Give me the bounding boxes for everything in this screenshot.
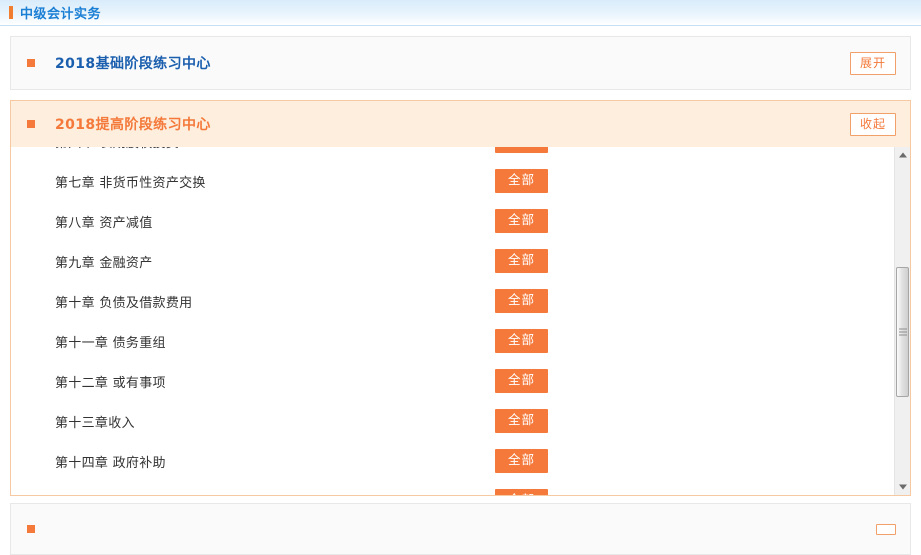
chapter-all-button[interactable]: 全部 (495, 147, 549, 153)
panel-title-advanced-stage: 2018提高阶段练习中心 (55, 117, 211, 133)
chapter-name[interactable]: 第十四章 政府补助 (55, 452, 495, 471)
chapter-row: 第十一章 债务重组 全部 (11, 321, 894, 361)
scroll-up-arrow-icon[interactable] (895, 147, 910, 163)
chapter-all-button[interactable]: 全部 (495, 329, 549, 353)
chapter-all-button[interactable]: 全部 (495, 409, 549, 433)
chapter-name[interactable]: 第十章 负债及借款费用 (55, 292, 495, 311)
chapter-row: 第十三章收入 全部 (11, 401, 894, 441)
page-header: 中级会计实务 (0, 0, 921, 26)
triangle-up-icon (898, 152, 907, 158)
chapter-name[interactable]: 第九章 金融资产 (55, 252, 495, 271)
chapter-row: 第六章 长期股权投资全部 (11, 147, 894, 161)
chapter-all-button[interactable]: 全部 (495, 369, 549, 393)
square-bullet-icon (27, 59, 35, 67)
panel-advanced-stage: 2018提高阶段练习中心 收起 第六章 长期股权投资全部第七章 非货币性资产交换… (10, 100, 911, 496)
expand-button-next[interactable] (876, 523, 896, 535)
scrollbar-thumb[interactable] (896, 267, 909, 397)
chapter-all-button[interactable]: 全部 (495, 169, 549, 193)
chapter-list: 第六章 长期股权投资全部第七章 非货币性资产交换全部第八章 资产减值全部第九章 … (11, 147, 894, 495)
chapter-row: 第十二章 或有事项 全部 (11, 361, 894, 401)
chapter-all-button[interactable]: 全部 (495, 489, 549, 495)
expand-button-basic-stage[interactable]: 展开 (849, 51, 896, 75)
panel-list: 2018基础阶段练习中心 展开 2018提高阶段练习中心 收起 第六章 长期股权… (0, 26, 921, 496)
chapter-name[interactable]: 第十一章 债务重组 (55, 332, 495, 351)
chapter-row: 第七章 非货币性资产交换 全部 (11, 161, 894, 201)
grip-lines-icon (898, 328, 907, 336)
square-bullet-icon (27, 120, 35, 128)
scroll-down-arrow-icon[interactable] (895, 479, 910, 495)
chapter-all-button[interactable]: 全部 (495, 209, 549, 233)
chapter-name[interactable]: 第十五章 所得税 (55, 492, 495, 496)
chapter-row: 第九章 金融资产 全部 (11, 241, 894, 281)
chapter-scroll-region: 第六章 长期股权投资全部第七章 非货币性资产交换全部第八章 资产减值全部第九章 … (11, 147, 910, 495)
chapter-row: 第十五章 所得税全部 (11, 481, 894, 495)
panel-header-advanced-stage[interactable]: 2018提高阶段练习中心 收起 (11, 101, 910, 147)
page-title: 中级会计实务 (20, 7, 102, 22)
collapse-button-advanced-stage[interactable]: 收起 (849, 112, 896, 136)
chapter-name[interactable]: 第十二章 或有事项 (55, 372, 495, 391)
panel-basic-stage: 2018基础阶段练习中心 展开 (10, 36, 911, 90)
chapter-name[interactable]: 第六章 长期股权投资 (55, 147, 495, 151)
panel-title-basic-stage: 2018基础阶段练习中心 (55, 56, 211, 72)
square-bullet-icon (27, 525, 35, 533)
chapter-all-button[interactable]: 全部 (495, 249, 549, 273)
chapter-row: 第十四章 政府补助 全部 (11, 441, 894, 481)
chapter-all-button[interactable]: 全部 (495, 449, 549, 473)
chapter-name[interactable]: 第八章 资产减值 (55, 212, 495, 231)
chapter-all-button[interactable]: 全部 (495, 289, 549, 313)
panel-header-basic-stage[interactable]: 2018基础阶段练习中心 展开 (11, 37, 910, 89)
chapter-name[interactable]: 第十三章收入 (55, 412, 495, 431)
vertical-scrollbar[interactable] (894, 147, 910, 495)
chapter-row: 第八章 资产减值 全部 (11, 201, 894, 241)
chapter-viewport: 第六章 长期股权投资全部第七章 非货币性资产交换全部第八章 资产减值全部第九章 … (11, 147, 894, 495)
chapter-row: 第十章 负债及借款费用 全部 (11, 281, 894, 321)
triangle-down-icon (898, 484, 907, 490)
chapter-name[interactable]: 第七章 非货币性资产交换 (55, 172, 495, 191)
panel-next-collapsed[interactable] (10, 503, 911, 555)
header-accent-bar (9, 6, 13, 19)
